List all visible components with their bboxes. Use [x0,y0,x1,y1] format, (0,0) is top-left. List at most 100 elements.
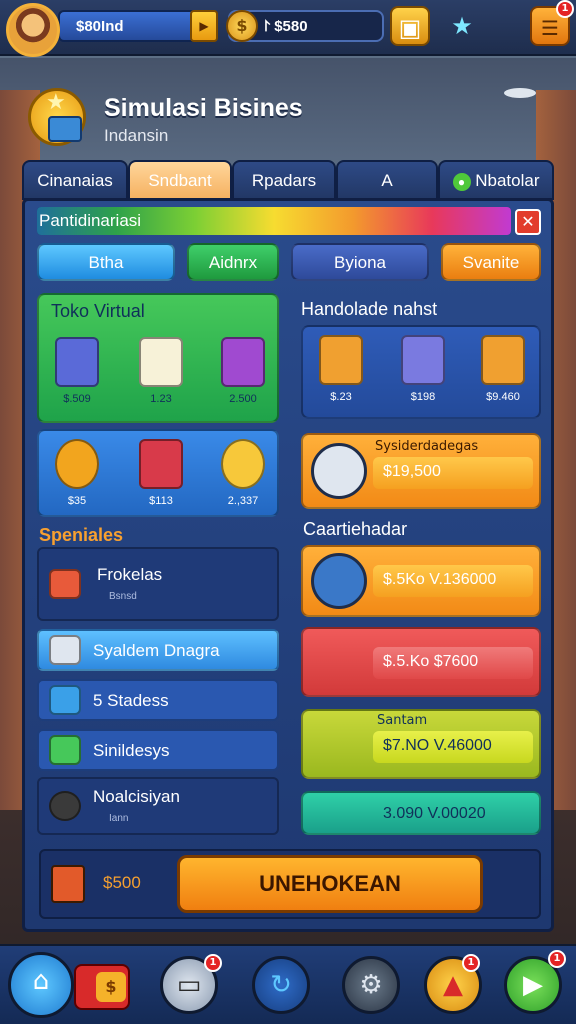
page-title: Simulasi Bisines [104,94,303,122]
offer-card-5[interactable]: 3.090 V.00020 [301,791,541,835]
offer-price: $19,500 [373,457,533,489]
offer-price: $.5Ko V.136000 [373,565,533,597]
tab-1[interactable]: Cinanaias [22,160,128,200]
money-icon [49,735,81,765]
special-item-stadess[interactable]: 5 Stadess [37,679,279,721]
toko-virtual-card: Toko Virtual $.509 1.23 2.500 [37,293,279,423]
gem-value: $580 [274,18,308,35]
tab-4[interactable]: A [336,160,438,200]
item-price: $35 [67,495,87,507]
shop-item[interactable]: $113 [131,439,191,507]
register-icon [311,717,367,773]
player-avatar[interactable] [6,3,60,57]
caartiehadar-title: Caartiehadar [303,519,408,539]
item-price: $.23 [330,391,352,403]
item-price: 2.500 [229,393,257,405]
speniales-title: Speniales [39,525,124,545]
special-label: 5 Stadess [93,691,169,710]
box-icon [139,337,183,387]
tab-3[interactable]: Rpadars [232,160,336,200]
gift-box-icon [481,335,525,385]
bottom-nav: ⌂ $ ▭ 1 ↻ ⚙ ▲ 1 ▶ 1 [0,944,576,1024]
offer-price: 3.090 V.00020 [383,805,486,822]
offer-label: Santam [377,713,428,728]
pill-byiona[interactable]: Byiona [291,243,429,281]
offer-label: Sysiderdadegas [375,439,479,454]
special-label: Sinildesys [93,741,170,760]
crate-icon [319,335,363,385]
shop-item[interactable]: $.509 [47,337,107,405]
nav-refresh-button[interactable]: ↻ [252,956,310,1014]
shop-item[interactable]: $9.460 [473,335,533,403]
shop-item[interactable]: 2.500 [213,337,273,405]
offer-card-2[interactable]: $.5Ko V.136000 [301,545,541,617]
item-price: $198 [410,391,436,403]
coin-balance-bar[interactable]: $80Ind ▶ [58,10,218,42]
tab-5[interactable]: ● Nbatolar [438,160,554,200]
magnifier-icon [49,635,81,665]
special-label: Noalcisiyan [93,787,180,806]
special-item-noalcisiyan[interactable]: Noalcisiyan Iann [37,777,279,835]
tab-2[interactable]: Sndbant [128,160,232,200]
nav-coin-chip[interactable]: $ [74,964,130,1010]
token-icon [221,439,265,489]
offer-card-4[interactable]: Santam $7.NO V.46000 [301,709,541,779]
item-price: $9.460 [486,391,520,403]
notification-badge: 1 [462,954,480,972]
handolade-card: $.23 $198 $9.460 [301,325,541,419]
pill-svanite[interactable]: Svanite [441,243,541,281]
crate-icon [51,865,85,903]
ceiling-lamp [504,88,536,98]
pill-aidnrx[interactable]: Aidnrx [187,243,279,281]
add-coins-button[interactable]: ▶ [190,10,218,42]
item-price: 1.23 [150,393,172,405]
coin-icon: $ [226,10,258,42]
special-item-frokelas[interactable]: Frokelas Bsnsd [37,547,279,621]
notification-badge: 1 [548,950,566,968]
toko-virtual-title: Toko Virtual [51,301,145,321]
shop-item[interactable]: 2.,337 [213,439,273,507]
offer-card-3[interactable]: $.5.Ko $7600 [301,627,541,697]
cabinet-icon [55,337,99,387]
pliers-icon [311,789,355,833]
shop-item[interactable]: $.23 [311,335,371,403]
notification-badge: 1 [204,954,222,972]
page-subtitle: Indansin [104,126,169,145]
star-icon[interactable]: ★ [442,6,482,46]
tab-bar: Cinanaias Sndbant Rpadars A ● Nbatolar [22,160,554,200]
special-label: Frokelas [97,565,163,584]
coin-icon: $ [96,972,126,1002]
close-button[interactable]: ✕ [515,209,541,235]
main-panel: Pantidinariasi ✕ Btha Aidnrx Byiona Svan… [22,198,554,932]
shop-item[interactable]: 1.23 [131,337,191,405]
buy-button[interactable]: UNEHOKEAN [177,855,483,913]
shop-icon [221,337,265,387]
nav-settings-button[interactable]: ⚙ [342,956,400,1014]
gem-prefix: ⨡ [264,18,271,35]
special-item-syaldem[interactable]: Syaldem Dnagra [37,629,279,671]
item-price: $.509 [63,393,91,405]
coin-icon [55,439,99,489]
gauge-icon [49,791,81,821]
offer-card-1[interactable]: Sysiderdadegas $19,500 [301,433,541,509]
shop-item[interactable]: $35 [47,439,107,507]
hand-icon [311,553,367,609]
purchase-price: $500 [103,873,141,892]
special-sub: Iann [109,813,129,824]
tab-5-label: Nbatolar [475,171,540,190]
coin-balance: $80Ind [76,18,124,35]
gem-balance: ⨡ $580 [264,18,308,35]
nav-home-button[interactable]: ⌂ [8,952,74,1018]
top-bar: $80Ind ▶ $ ⨡ $580 ▣ ★ ☰ 1 [0,0,576,57]
item-price: $113 [149,495,173,507]
gift-chest-icon[interactable]: ▣ [390,6,430,46]
item-price: 2.,337 [227,495,259,507]
special-item-sinildesys[interactable]: Sinildesys [37,729,279,771]
pill-btha[interactable]: Btha [37,243,175,281]
special-label: Syaldem Dnagra [93,641,220,660]
package-icon [311,443,367,499]
gem-balance-bar[interactable]: $ ⨡ $580 [226,10,384,42]
cube-icon [49,685,81,715]
shop-item[interactable]: $198 [393,335,453,403]
handolade-title: Handolade nahst [301,299,438,319]
